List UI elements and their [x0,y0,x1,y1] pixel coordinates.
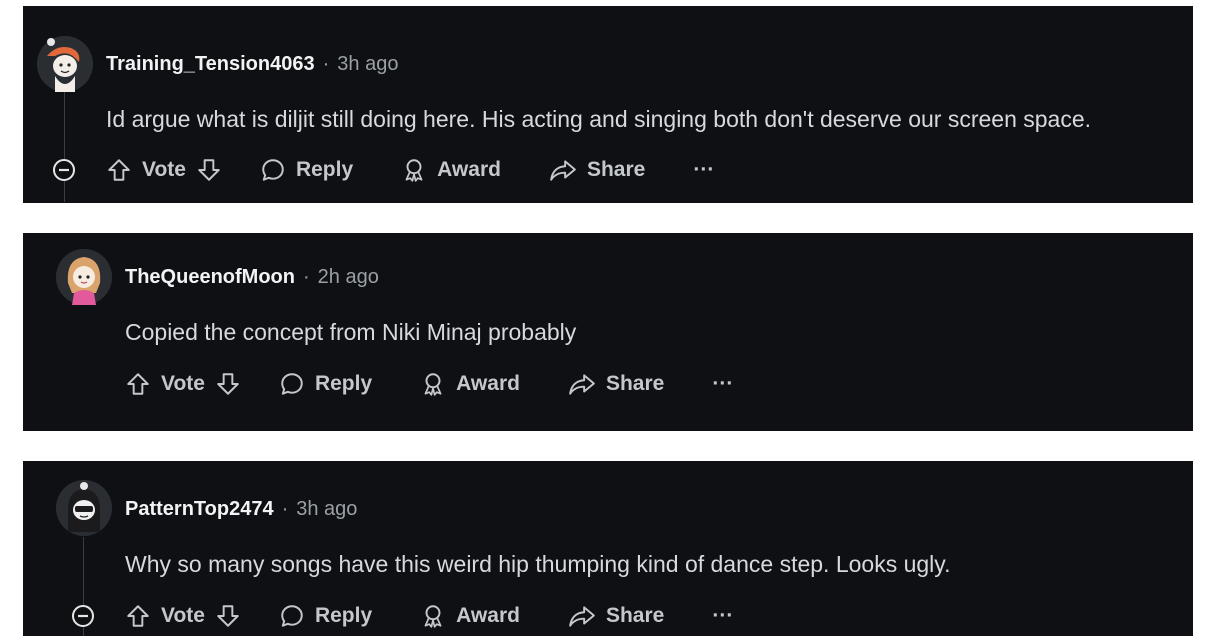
online-indicator [80,482,88,490]
comment-card: Training_Tension4063 · 3h ago Id argue w… [23,6,1193,203]
share-label: Share [605,372,665,395]
comment-meta: PatternTop2474 · 3h ago [125,498,357,521]
upvote-icon[interactable] [125,603,151,629]
comment-body: Copied the concept from Niki Minaj proba… [125,319,577,345]
timestamp[interactable]: 3h ago [337,53,398,76]
award-button[interactable]: Award [420,371,520,397]
timestamp[interactable]: 3h ago [296,498,357,521]
more-options-label: ··· [712,604,734,627]
collapse-icon [53,159,75,181]
reply-icon [281,373,303,395]
share-label: Share [605,604,665,627]
share-button[interactable]: Share [549,157,645,183]
downvote-icon[interactable] [215,603,241,629]
vote-group: Vote [106,157,222,183]
vote-group: Vote [125,371,241,397]
online-indicator [47,38,55,46]
downvote-icon[interactable] [215,371,241,397]
comment-actions: Vote Reply Award Share ··· [125,599,733,633]
award-icon [424,605,442,628]
avatar[interactable] [56,249,112,305]
vote-group: Vote [125,603,241,629]
vote-label: Vote [161,372,205,395]
award-icon [424,373,442,396]
upvote-icon[interactable] [125,371,151,397]
share-button[interactable]: Share [568,371,664,397]
reply-button[interactable]: Reply [260,157,353,183]
collapse-thread-button[interactable] [52,158,76,182]
more-options-label: ··· [712,372,734,395]
collapse-icon [72,605,94,627]
share-label: Share [586,158,646,181]
award-label: Award [456,372,520,395]
comment-body: Id argue what is diljit still doing here… [106,106,1092,132]
comment-actions: Vote Reply Award Share ··· [106,153,714,187]
username[interactable]: PatternTop2474 [125,498,274,521]
share-button[interactable]: Share [568,603,664,629]
more-options-button[interactable]: ··· [712,372,733,396]
reply-icon [281,605,303,627]
comment-card: PatternTop2474 · 3h ago Why so many song… [23,461,1193,636]
share-icon [550,160,576,181]
reply-icon [262,159,284,181]
award-label: Award [456,604,520,627]
more-options-button[interactable]: ··· [712,604,733,628]
downvote-icon[interactable] [196,157,222,183]
comment-card: TheQueenofMoon · 2h ago Copied the conce… [23,233,1193,431]
comment-actions: Vote Reply Award Share ··· [125,367,733,401]
more-options-button[interactable]: ··· [693,158,714,182]
timestamp[interactable]: 2h ago [318,266,379,289]
share-icon [569,606,595,627]
vote-label: Vote [161,604,205,627]
separator: · [302,266,310,288]
reply-label: Reply [314,372,373,395]
separator: · [322,53,330,75]
username[interactable]: Training_Tension4063 [106,53,315,76]
reply-label: Reply [295,158,354,181]
reply-button[interactable]: Reply [279,371,372,397]
snoo-avatar-icon [37,36,93,92]
avatar[interactable] [37,36,93,92]
vote-label: Vote [142,158,186,181]
reply-button[interactable]: Reply [279,603,372,629]
reply-label: Reply [314,604,373,627]
upvote-icon[interactable] [106,157,132,183]
award-button[interactable]: Award [401,157,501,183]
award-label: Award [437,158,501,181]
comment-meta: TheQueenofMoon · 2h ago [125,266,379,289]
comment-meta: Training_Tension4063 · 3h ago [106,53,398,76]
snoo-avatar-icon [56,249,112,305]
username[interactable]: TheQueenofMoon [125,266,295,289]
collapse-thread-button[interactable] [71,604,95,628]
share-icon [569,374,595,395]
separator: · [281,498,289,520]
award-icon [405,159,423,182]
more-options-label: ··· [693,158,715,181]
award-button[interactable]: Award [420,603,520,629]
comment-body: Why so many songs have this weird hip th… [125,551,951,577]
